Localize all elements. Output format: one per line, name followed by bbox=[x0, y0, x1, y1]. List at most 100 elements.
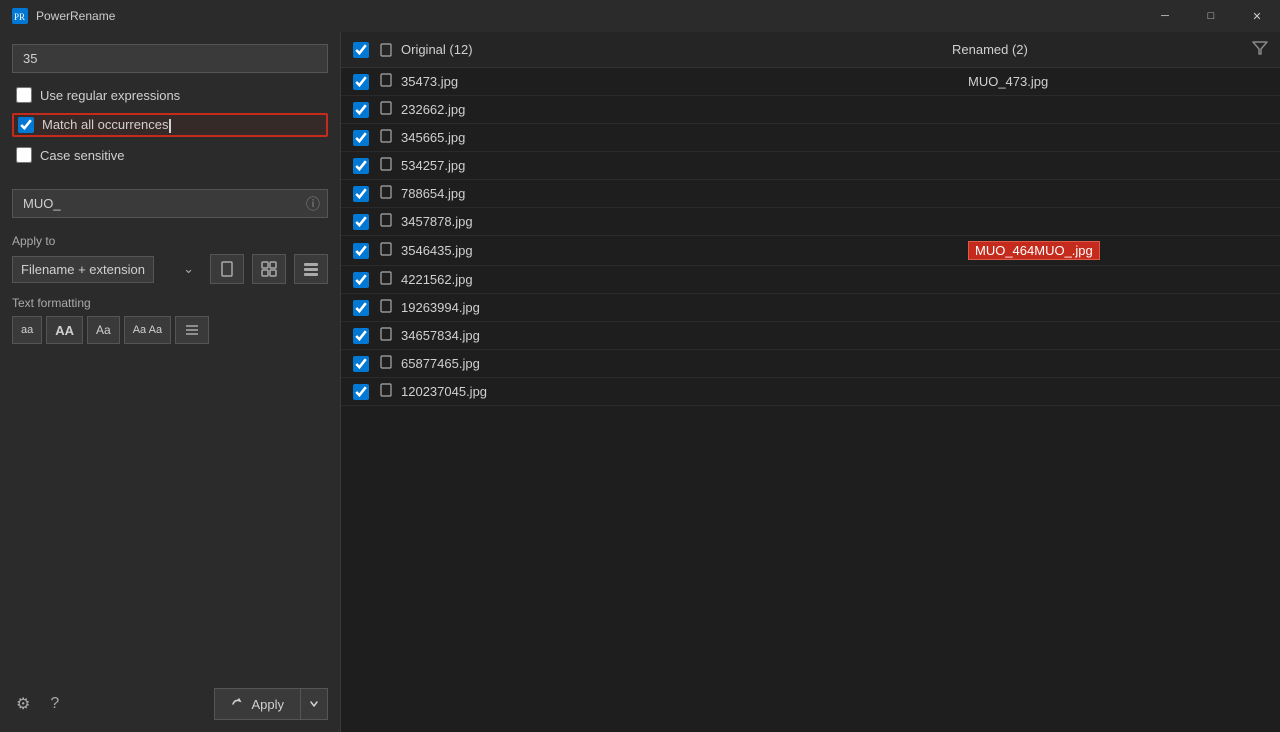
table-row: 34657834.jpg bbox=[341, 322, 1280, 350]
file-checkbox[interactable] bbox=[353, 356, 369, 372]
file-icon bbox=[379, 327, 393, 344]
right-panel: Original (12) Renamed (2) 35473.jpgMUO_4… bbox=[341, 32, 1280, 732]
table-row: 3457878.jpg bbox=[341, 208, 1280, 236]
text-formatting-label: Text formatting bbox=[12, 296, 328, 310]
file-name: 788654.jpg bbox=[401, 186, 968, 201]
file-icon bbox=[379, 299, 393, 316]
main-content: Use regular expressions Match all occurr… bbox=[0, 32, 1280, 732]
file-icon bbox=[379, 242, 393, 259]
apply-button[interactable]: Apply bbox=[214, 688, 300, 720]
file-list: 35473.jpgMUO_473.jpg232662.jpg345665.jpg… bbox=[341, 68, 1280, 732]
replace-input-container: ⓘ bbox=[12, 189, 328, 218]
camelcase-button[interactable]: Aa Aa bbox=[124, 316, 171, 344]
use-regex-row: Use regular expressions bbox=[12, 85, 328, 105]
minimize-button[interactable]: ─ bbox=[1142, 0, 1188, 32]
text-format-buttons: aa AA Aa Aa Aa bbox=[12, 316, 328, 344]
file-icon bbox=[379, 355, 393, 372]
list-format-button[interactable] bbox=[175, 316, 209, 344]
close-button[interactable]: ✕ bbox=[1234, 0, 1280, 32]
renamed-highlight: MUO_464MUO_.jpg bbox=[968, 241, 1100, 260]
file-header-icon bbox=[379, 43, 393, 57]
file-icon bbox=[379, 129, 393, 146]
file-icon bbox=[379, 157, 393, 174]
file-checkbox[interactable] bbox=[353, 102, 369, 118]
bottom-icons: ⚙ ? bbox=[12, 690, 63, 718]
table-row: 788654.jpg bbox=[341, 180, 1280, 208]
file-name: 34657834.jpg bbox=[401, 328, 968, 343]
file-name: 4221562.jpg bbox=[401, 272, 968, 287]
file-name: 3457878.jpg bbox=[401, 214, 968, 229]
table-row: 345665.jpg bbox=[341, 124, 1280, 152]
left-bottom: ⚙ ? Apply bbox=[12, 680, 328, 720]
left-panel: Use regular expressions Match all occurr… bbox=[0, 32, 340, 732]
table-row: 35473.jpgMUO_473.jpg bbox=[341, 68, 1280, 96]
apply-dropdown-button[interactable] bbox=[300, 688, 328, 720]
file-checkbox[interactable] bbox=[353, 74, 369, 90]
app-icon: PR bbox=[12, 8, 28, 24]
format-grid-button[interactable] bbox=[252, 254, 286, 284]
file-icon bbox=[379, 213, 393, 230]
file-icon bbox=[379, 73, 393, 90]
title-bar-left: PR PowerRename bbox=[12, 8, 115, 24]
filter-funnel-icon bbox=[1252, 40, 1268, 56]
settings-button[interactable]: ⚙ bbox=[12, 690, 34, 718]
apply-to-dropdown-wrapper: Filename only Extension only Filename + … bbox=[12, 256, 202, 283]
file-icon bbox=[379, 185, 393, 202]
table-row: 534257.jpg bbox=[341, 152, 1280, 180]
renamed-value: MUO_473.jpg bbox=[968, 74, 1268, 89]
format-list-button[interactable] bbox=[294, 254, 328, 284]
renamed-value: MUO_464MUO_.jpg bbox=[968, 241, 1268, 260]
apply-to-dropdown[interactable]: Filename only Extension only Filename + … bbox=[12, 256, 154, 283]
file-name: 345665.jpg bbox=[401, 130, 968, 145]
file-checkbox[interactable] bbox=[353, 272, 369, 288]
window-controls: ─ □ ✕ bbox=[1142, 0, 1280, 32]
file-checkbox[interactable] bbox=[353, 243, 369, 259]
apply-button-group: Apply bbox=[214, 688, 328, 720]
filter-icon[interactable] bbox=[1252, 40, 1268, 59]
text-list-icon bbox=[184, 322, 200, 338]
help-button[interactable]: ? bbox=[46, 690, 63, 718]
uppercase-button[interactable]: AA bbox=[46, 316, 83, 344]
file-name: 120237045.jpg bbox=[401, 384, 968, 399]
apply-to-row: Filename only Extension only Filename + … bbox=[12, 254, 328, 284]
file-checkbox[interactable] bbox=[353, 328, 369, 344]
format-single-button[interactable] bbox=[210, 254, 244, 284]
case-sensitive-row: Case sensitive bbox=[12, 145, 328, 165]
search-input[interactable] bbox=[12, 44, 328, 73]
file-checkbox[interactable] bbox=[353, 158, 369, 174]
lowercase-button[interactable]: aa bbox=[12, 316, 42, 344]
grid-icon bbox=[261, 261, 277, 277]
header-renamed: Renamed (2) bbox=[952, 42, 1252, 57]
case-sensitive-checkbox[interactable] bbox=[16, 147, 32, 163]
use-regex-checkbox[interactable] bbox=[16, 87, 32, 103]
file-checkbox[interactable] bbox=[353, 214, 369, 230]
app-title: PowerRename bbox=[36, 9, 115, 23]
file-checkbox[interactable] bbox=[353, 130, 369, 146]
match-all-row: Match all occurrences bbox=[12, 113, 328, 137]
file-name: 232662.jpg bbox=[401, 102, 968, 117]
match-all-label: Match all occurrences bbox=[42, 117, 171, 133]
list-view-icon bbox=[303, 261, 319, 277]
select-all-checkbox[interactable] bbox=[353, 42, 369, 58]
maximize-button[interactable]: □ bbox=[1188, 0, 1234, 32]
table-row: 232662.jpg bbox=[341, 96, 1280, 124]
replace-input[interactable] bbox=[12, 189, 328, 218]
file-icon bbox=[379, 383, 393, 400]
info-icon[interactable]: ⓘ bbox=[306, 194, 320, 214]
file-checkbox[interactable] bbox=[353, 186, 369, 202]
file-checkbox[interactable] bbox=[353, 300, 369, 316]
apply-to-label: Apply to bbox=[12, 234, 328, 248]
file-name: 35473.jpg bbox=[401, 74, 968, 89]
header-original: Original (12) bbox=[379, 42, 952, 57]
file-name: 19263994.jpg bbox=[401, 300, 968, 315]
match-all-checkbox[interactable] bbox=[18, 117, 34, 133]
file-icon bbox=[379, 101, 393, 118]
file-checkbox[interactable] bbox=[353, 384, 369, 400]
case-sensitive-label[interactable]: Case sensitive bbox=[40, 148, 125, 163]
file-list-header: Original (12) Renamed (2) bbox=[341, 32, 1280, 68]
title-bar: PR PowerRename ─ □ ✕ bbox=[0, 0, 1280, 32]
use-regex-label[interactable]: Use regular expressions bbox=[40, 88, 180, 103]
titlecase-button[interactable]: Aa bbox=[87, 316, 120, 344]
file-name: 65877465.jpg bbox=[401, 356, 968, 371]
file-icon bbox=[379, 271, 393, 288]
